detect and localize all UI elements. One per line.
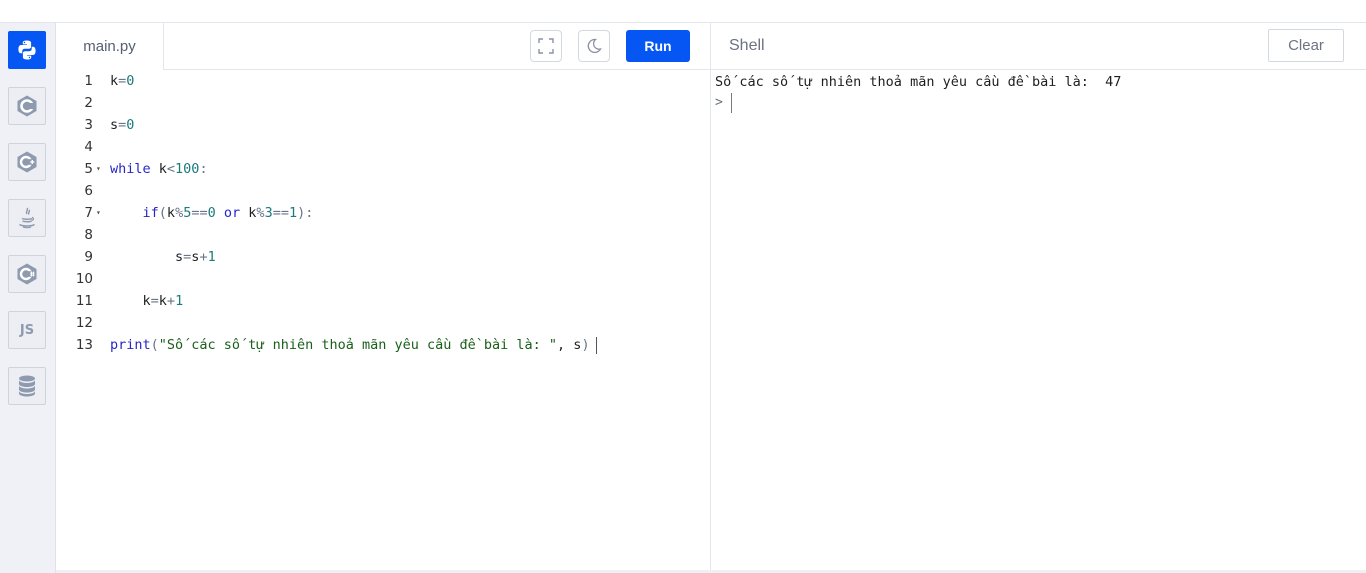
code-line: 4: [56, 136, 710, 158]
clear-button[interactable]: Clear: [1268, 29, 1344, 62]
line-number: 5: [84, 161, 93, 177]
file-tab-main-py[interactable]: main.py: [56, 23, 164, 70]
code-text: s=0: [110, 117, 135, 133]
shell-toolbar: Shell Clear: [711, 23, 1366, 70]
run-button[interactable]: Run: [626, 30, 690, 62]
shell-output: Số các số tự nhiên thoả mãn yêu cầu đề b…: [715, 74, 1122, 90]
line-number: 8: [84, 227, 93, 243]
code-line: 10: [56, 268, 710, 290]
code-line: 13 print("Số các số tự nhiên thoả mãn yê…: [56, 334, 710, 356]
python-icon: [18, 40, 36, 60]
shell-prompt: >: [715, 95, 723, 110]
code-line: 6: [56, 180, 710, 202]
language-csharp[interactable]: [8, 255, 46, 293]
fullscreen-button[interactable]: [530, 30, 562, 62]
code-line: 11 k=k+1: [56, 290, 710, 312]
code-text: s=s+1: [110, 249, 216, 265]
csharp-icon: [17, 263, 37, 285]
code-line: 12: [56, 312, 710, 334]
line-number: 1: [84, 73, 93, 89]
line-number: 6: [84, 183, 93, 199]
code-line: 5 ▾ while k<100:: [56, 158, 710, 180]
expand-icon: [538, 38, 554, 54]
code-line: 7 ▾ if(k%5==0 or k%3==1):: [56, 202, 710, 224]
database-icon: [19, 375, 35, 397]
line-number: 12: [75, 315, 93, 331]
language-c[interactable]: [8, 87, 46, 125]
shell-input-cursor[interactable]: [731, 93, 732, 113]
fold-arrow-icon[interactable]: ▾: [96, 158, 101, 180]
code-editor[interactable]: 1 k=0 2 3 s=0 4 5 ▾ while k<100: 6 7 ▾ i…: [56, 70, 710, 573]
cpp-icon: [17, 151, 37, 173]
language-python[interactable]: [8, 31, 46, 69]
c-icon: [17, 95, 37, 117]
line-number: 3: [84, 117, 93, 133]
code-line: 3 s=0: [56, 114, 710, 136]
code-text: k=0: [110, 73, 135, 89]
line-number: 9: [84, 249, 93, 265]
shell-title: Shell: [729, 37, 765, 54]
code-text: if(k%5==0 or k%3==1):: [142, 205, 314, 221]
java-icon: [19, 207, 35, 229]
code-line: 2: [56, 92, 710, 114]
language-sidebar: JS: [0, 23, 56, 573]
fold-arrow-icon[interactable]: ▾: [96, 202, 101, 224]
code-line: 9 s=s+1: [56, 246, 710, 268]
language-sql[interactable]: [8, 367, 46, 405]
editor-toolbar: main.py Run: [56, 23, 710, 70]
code-text: print("Số các số tự nhiên thoả mãn yêu c…: [110, 334, 597, 356]
code-line: 1 k=0: [56, 70, 710, 92]
line-number: 2: [84, 95, 93, 111]
top-bar: [0, 0, 1366, 23]
code-line: 8: [56, 224, 710, 246]
moon-icon: [587, 38, 602, 54]
js-icon: JS: [19, 322, 35, 338]
code-text: while k<100:: [110, 161, 208, 177]
language-cpp[interactable]: [8, 143, 46, 181]
code-text: k=k+1: [110, 293, 184, 309]
language-javascript[interactable]: JS: [8, 311, 46, 349]
language-java[interactable]: [8, 199, 46, 237]
dark-mode-button[interactable]: [578, 30, 610, 62]
editor-pane: main.py Run 1 k=0 2 3 s=0 4 5 ▾ while k<…: [56, 23, 711, 573]
line-number: 7: [84, 205, 93, 221]
shell-pane: Shell Clear Số các số tự nhiên thoả mãn …: [711, 23, 1366, 573]
line-number: 10: [75, 271, 93, 287]
line-number: 4: [84, 139, 93, 155]
line-number: 13: [75, 337, 93, 353]
line-number: 11: [75, 293, 93, 309]
text-cursor: [595, 336, 597, 354]
